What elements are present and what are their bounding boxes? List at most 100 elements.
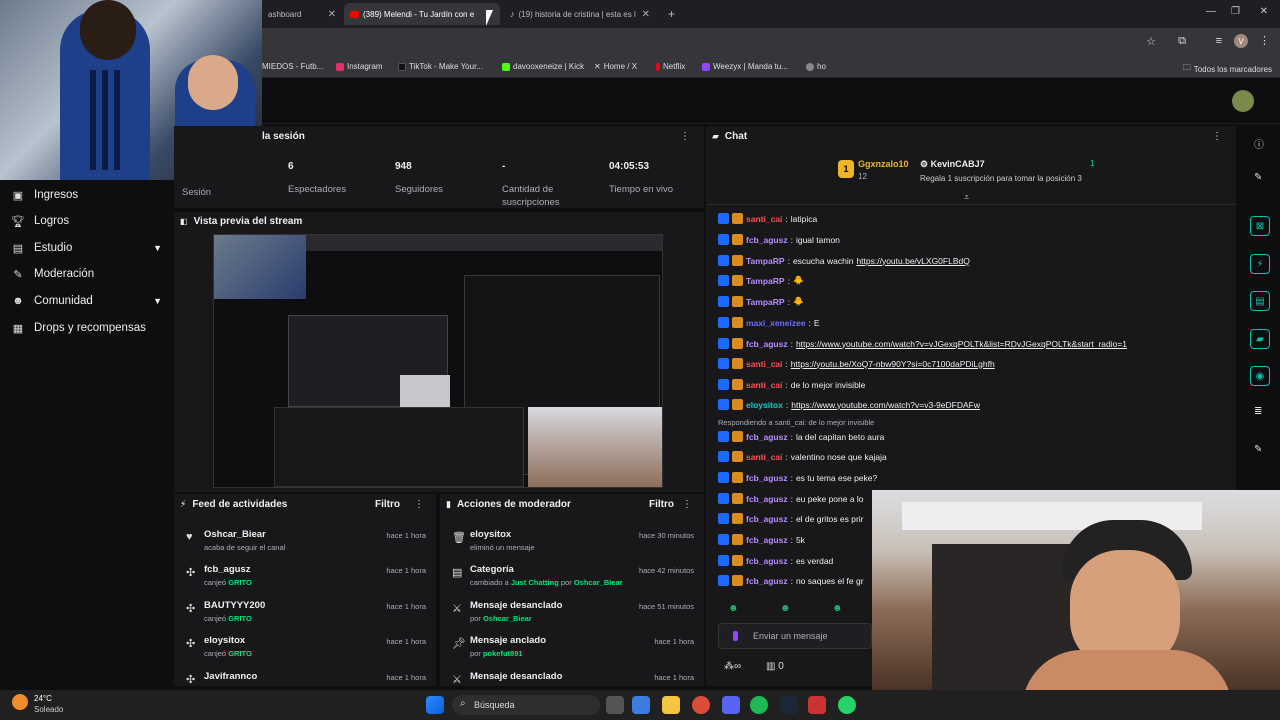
browser-tab[interactable]: ashboard ✕ [262, 3, 342, 25]
leaderboard-second[interactable]: ⚙︎ KevinCABJ7 [920, 159, 985, 170]
stream-preview-video[interactable] [213, 234, 663, 488]
extensions-icon[interactable]: ⧉ [1178, 35, 1186, 48]
chat-username[interactable]: TampaRP [746, 297, 785, 307]
category-name[interactable]: Just Chatting [511, 578, 559, 587]
chat-message[interactable]: TampaRP: escucha wachin https://youtu.be/v… [718, 255, 970, 266]
sidebar-item-estudio[interactable]: ▤ Estudio ▼ [12, 242, 162, 255]
bookmark-item[interactable]: MIEDOS - Futb... [262, 62, 323, 71]
leaderboard-first-name[interactable]: Ggxnzalo10 [858, 159, 909, 169]
chat-link[interactable]: https://youtu.be/vLXG0FLBdQ [856, 256, 969, 266]
feed-item[interactable]: ✣ Javifrannco hace 1 hora [174, 671, 436, 686]
chat-username[interactable]: maxi_xeneizee [746, 318, 806, 328]
filter-button[interactable]: Filtro [649, 499, 674, 510]
all-bookmarks-button[interactable]: 🗀 Todos los marcadores [1183, 62, 1272, 76]
chat-message[interactable]: fcb_agusz: igual tamon [718, 234, 840, 245]
chat-message[interactable]: TampaRP: 🐥 [718, 296, 804, 307]
file-explorer-icon[interactable] [662, 696, 680, 714]
bookmark-item[interactable]: Instagram [336, 62, 383, 71]
channel-points[interactable]: ▥ 0 [766, 661, 784, 672]
more-options-icon[interactable]: ⋮ [680, 131, 690, 142]
steam-icon[interactable] [780, 696, 798, 714]
chat-username[interactable]: fcb_agusz [746, 535, 788, 545]
chat-message[interactable]: santi_cai: de lo mejor invisible [718, 379, 865, 390]
filter-button[interactable]: Filtro [375, 499, 400, 510]
chat-link[interactable]: https://youtu.be/XoQ7-nbw90Y?si=0c7100da… [791, 359, 995, 369]
moderator-name[interactable]: Oshcar_Biear [574, 578, 623, 587]
app-icon[interactable] [808, 696, 826, 714]
chat-username[interactable]: fcb_agusz [746, 576, 788, 586]
chat-message[interactable]: santi_cai: https://youtu.be/XoQ7-nbw90Y?s… [718, 358, 995, 369]
chat-username[interactable]: fcb_agusz [746, 432, 788, 442]
bookmark-item[interactable]: ho [806, 62, 826, 71]
bookmark-item[interactable]: davooxeneize | Kick [502, 62, 584, 71]
profile-avatar[interactable]: V [1234, 34, 1248, 48]
close-window-icon[interactable]: ✕ [1260, 6, 1268, 17]
chat-username[interactable]: TampaRP [746, 276, 785, 286]
edit-icon[interactable]: ✎ [1254, 172, 1262, 183]
chat-message[interactable]: fcb_agusz: es tu tema ese peke? [718, 472, 877, 483]
chat-username[interactable]: TampaRP [746, 256, 785, 266]
mod-action-item[interactable]: ⚔︎ Mensaje desanclado hace 1 hora [440, 671, 704, 686]
chat-link[interactable]: https://www.youtube.com/watch?v=v3-9eDFD… [791, 400, 980, 410]
maximize-icon[interactable]: ❐ [1231, 6, 1240, 17]
feed-item[interactable]: ♥ Oshcar_Biear acaba de seguir el canal … [174, 529, 436, 563]
info-icon[interactable]: ⓘ [1254, 136, 1264, 151]
chrome-icon[interactable] [692, 696, 710, 714]
chat-message[interactable]: fcb_agusz: el de gritos es prir [718, 513, 864, 524]
chat-message[interactable]: santi_cai: valentino nose que kajaja [718, 451, 887, 462]
chat-username[interactable]: fcb_agusz [746, 339, 788, 349]
collapse-icon[interactable]: ⩡ [964, 192, 969, 203]
chat-username[interactable]: fcb_agusz [746, 514, 788, 524]
moderator-name[interactable]: Oshcar_Biear [483, 614, 532, 623]
chat-message[interactable]: fcb_agusz: la del capitan beto aura [718, 431, 884, 442]
chat-username[interactable]: santi_cai [746, 214, 782, 224]
quick-action-bolt-icon[interactable]: ⚡︎ [1250, 254, 1270, 274]
star-icon[interactable]: ☆ [1146, 35, 1156, 48]
chat-username[interactable]: fcb_agusz [746, 494, 788, 504]
chat-username[interactable]: fcb_agusz [746, 556, 788, 566]
quick-action-clip-icon[interactable]: ▤ [1250, 291, 1270, 311]
sidebar-item-drops[interactable]: ▦ Drops y recompensas [12, 322, 162, 335]
chat-message[interactable]: fcb_agusz: es verdad [718, 555, 833, 566]
emote-icon[interactable]: ☻ [728, 603, 739, 614]
chat-link[interactable]: https://www.youtube.com/watch?v=vJGexqPO… [796, 339, 1127, 349]
sidebar-item-logros[interactable]: 🏆︎ Logros [11, 215, 162, 228]
chat-message[interactable]: eloysitox: https://www.youtube.com/watch?… [718, 399, 980, 410]
windows-start-icon[interactable] [426, 696, 444, 714]
new-tab-button[interactable]: + [662, 3, 682, 25]
whatsapp-icon[interactable] [838, 696, 856, 714]
moderator-name[interactable]: pokefut891 [483, 649, 523, 658]
emote-icon[interactable]: ☻ [832, 603, 843, 614]
browser-tab-active[interactable]: (389) Melendi - Tu Jardín con e [344, 3, 500, 25]
more-options-icon[interactable]: ⋮ [682, 499, 692, 510]
chat-username[interactable]: santi_cai [746, 380, 782, 390]
close-tab-icon[interactable]: ✕ [328, 9, 336, 20]
more-options-icon[interactable]: ⋮ [1212, 131, 1222, 142]
mod-action-item[interactable]: 🗑︎ eloysitox eliminó un mensaje hace 30 … [440, 529, 704, 563]
chat-message[interactable]: fcb_agusz: eu peke pone a lo [718, 493, 864, 504]
bookmark-item[interactable]: TikTok - Make Your... [398, 62, 483, 71]
quick-action-broadcast-icon[interactable]: ◉ [1250, 366, 1270, 386]
spotify-icon[interactable] [750, 696, 768, 714]
bookmark-item[interactable]: Netflix [656, 62, 685, 71]
feed-item[interactable]: ✣ fcb_agusz canjeó GRITO hace 1 hora [174, 564, 436, 598]
chat-username[interactable]: santi_cai [746, 452, 782, 462]
discord-icon[interactable] [722, 696, 740, 714]
quick-action-shield-icon[interactable]: ⊠ [1250, 216, 1270, 236]
chat-message[interactable]: fcb_agusz: no saques el fe gr [718, 575, 864, 586]
minimize-icon[interactable]: — [1206, 6, 1216, 17]
feed-item[interactable]: ✣ eloysitox canjeó GRITO hace 1 hora [174, 635, 436, 669]
mod-action-item[interactable]: ⚔︎ Mensaje desanclado por Oshcar_Biear h… [440, 600, 704, 634]
emote-icon[interactable]: ☻ [780, 603, 791, 614]
weather-icon[interactable] [12, 694, 28, 710]
chat-username[interactable]: santi_cai [746, 359, 782, 369]
quick-action-chat-icon[interactable]: ▰ [1250, 329, 1270, 349]
close-tab-icon[interactable]: ✕ [642, 9, 650, 20]
chat-message[interactable]: fcb_agusz:5k [718, 534, 805, 545]
chat-message[interactable]: maxi_xeneizee: E [718, 317, 820, 328]
more-menu-icon[interactable]: ⋮ [1259, 34, 1270, 47]
bookmark-item[interactable]: ✕ Home / X [594, 62, 637, 71]
chat-message[interactable]: TampaRP: 🐥 [718, 275, 804, 286]
browser-tab[interactable]: ♪ (19) historia de cristina | esta es l … [504, 3, 656, 25]
sidebar-item-comunidad[interactable]: ☻ Comunidad ▼ [12, 295, 162, 307]
